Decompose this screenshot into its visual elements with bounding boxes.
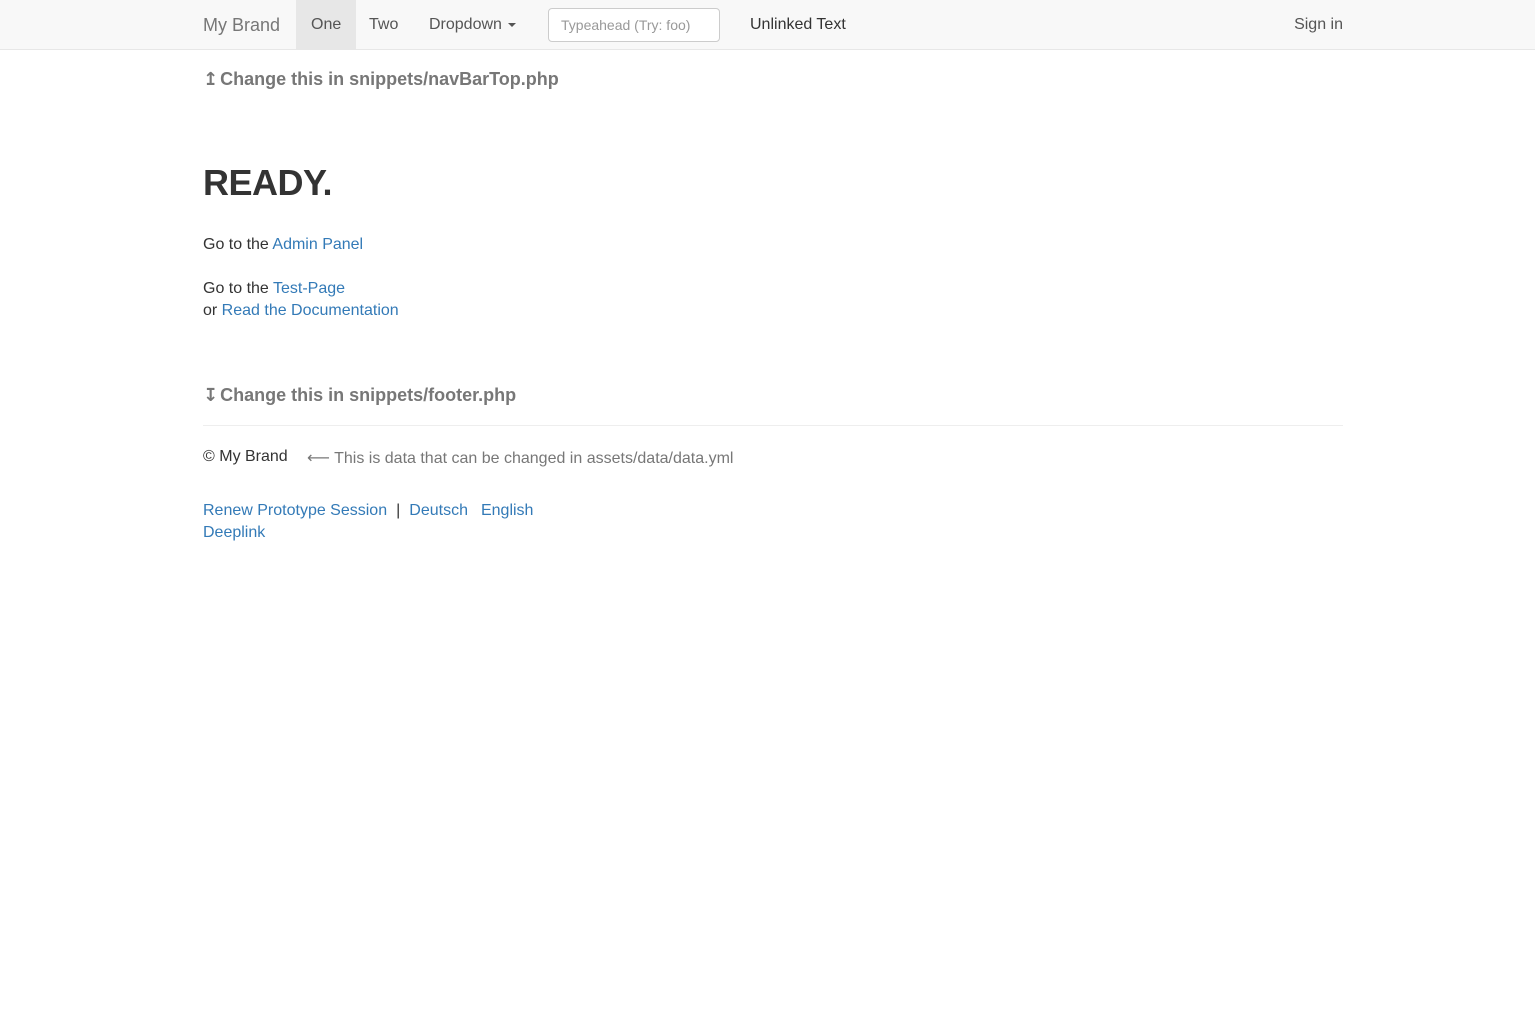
lang-deutsch-link[interactable]: Deutsch <box>409 502 468 519</box>
test-page-link[interactable]: Test-Page <box>273 280 345 297</box>
unlinked-text: Unlinked Text <box>750 16 846 33</box>
link-separator: | <box>396 502 401 519</box>
navbar-container: My Brand One Two Dropdown Unlinked Text … <box>188 0 1358 50</box>
documentation-line: or Read the Documentation <box>203 302 399 320</box>
navbar-snippet-hint: ↥ Change this in snippets/navBarTop.php <box>203 69 559 90</box>
nav-dropdown[interactable]: Dropdown <box>414 0 531 50</box>
test-page-prefix: Go to the <box>203 280 273 297</box>
admin-panel-line: Go to the Admin Panel <box>203 236 363 254</box>
navbar: My Brand One Two Dropdown Unlinked Text … <box>0 0 1535 50</box>
typeahead-search-input[interactable] <box>548 8 720 42</box>
documentation-link[interactable]: Read the Documentation <box>222 302 399 319</box>
page-title: READY. <box>203 162 333 203</box>
admin-panel-link[interactable]: Admin Panel <box>272 236 363 253</box>
footer-hint-text: Change this in snippets/footer.php <box>220 385 517 405</box>
arrow-up-icon: ↥ <box>203 69 219 89</box>
navbar-hint-text: Change this in snippets/navBarTop.php <box>220 69 559 89</box>
documentation-prefix: or <box>203 302 222 319</box>
nav-item-two[interactable]: Two <box>354 0 413 50</box>
lang-english-link[interactable]: English <box>481 502 533 519</box>
data-note: ⟵ This is data that can be changed in as… <box>307 448 733 468</box>
data-note-text: This is data that can be changed in asse… <box>334 450 734 467</box>
footer-snippet-hint: ↧ Change this in snippets/footer.php <box>203 385 516 406</box>
renew-session-link[interactable]: Renew Prototype Session <box>203 502 387 519</box>
nav-dropdown-label: Dropdown <box>429 16 502 33</box>
brand-link[interactable]: My Brand <box>203 0 280 50</box>
copyright: © My Brand <box>203 448 288 465</box>
nav-item-one[interactable]: One <box>296 0 357 50</box>
admin-panel-prefix: Go to the <box>203 236 273 253</box>
footer-links: Renew Prototype Session | Deutsch English <box>203 502 533 520</box>
deeplink-link[interactable]: Deeplink <box>203 524 265 541</box>
footer-divider <box>203 425 1343 426</box>
deeplink-row: Deeplink <box>203 524 265 542</box>
test-page-line: Go to the Test-Page <box>203 280 345 298</box>
arrow-left-icon: ⟵ <box>307 450 330 467</box>
caret-down-icon <box>507 22 516 27</box>
arrow-down-icon: ↧ <box>203 385 219 405</box>
sign-in-link[interactable]: Sign in <box>1294 0 1343 50</box>
